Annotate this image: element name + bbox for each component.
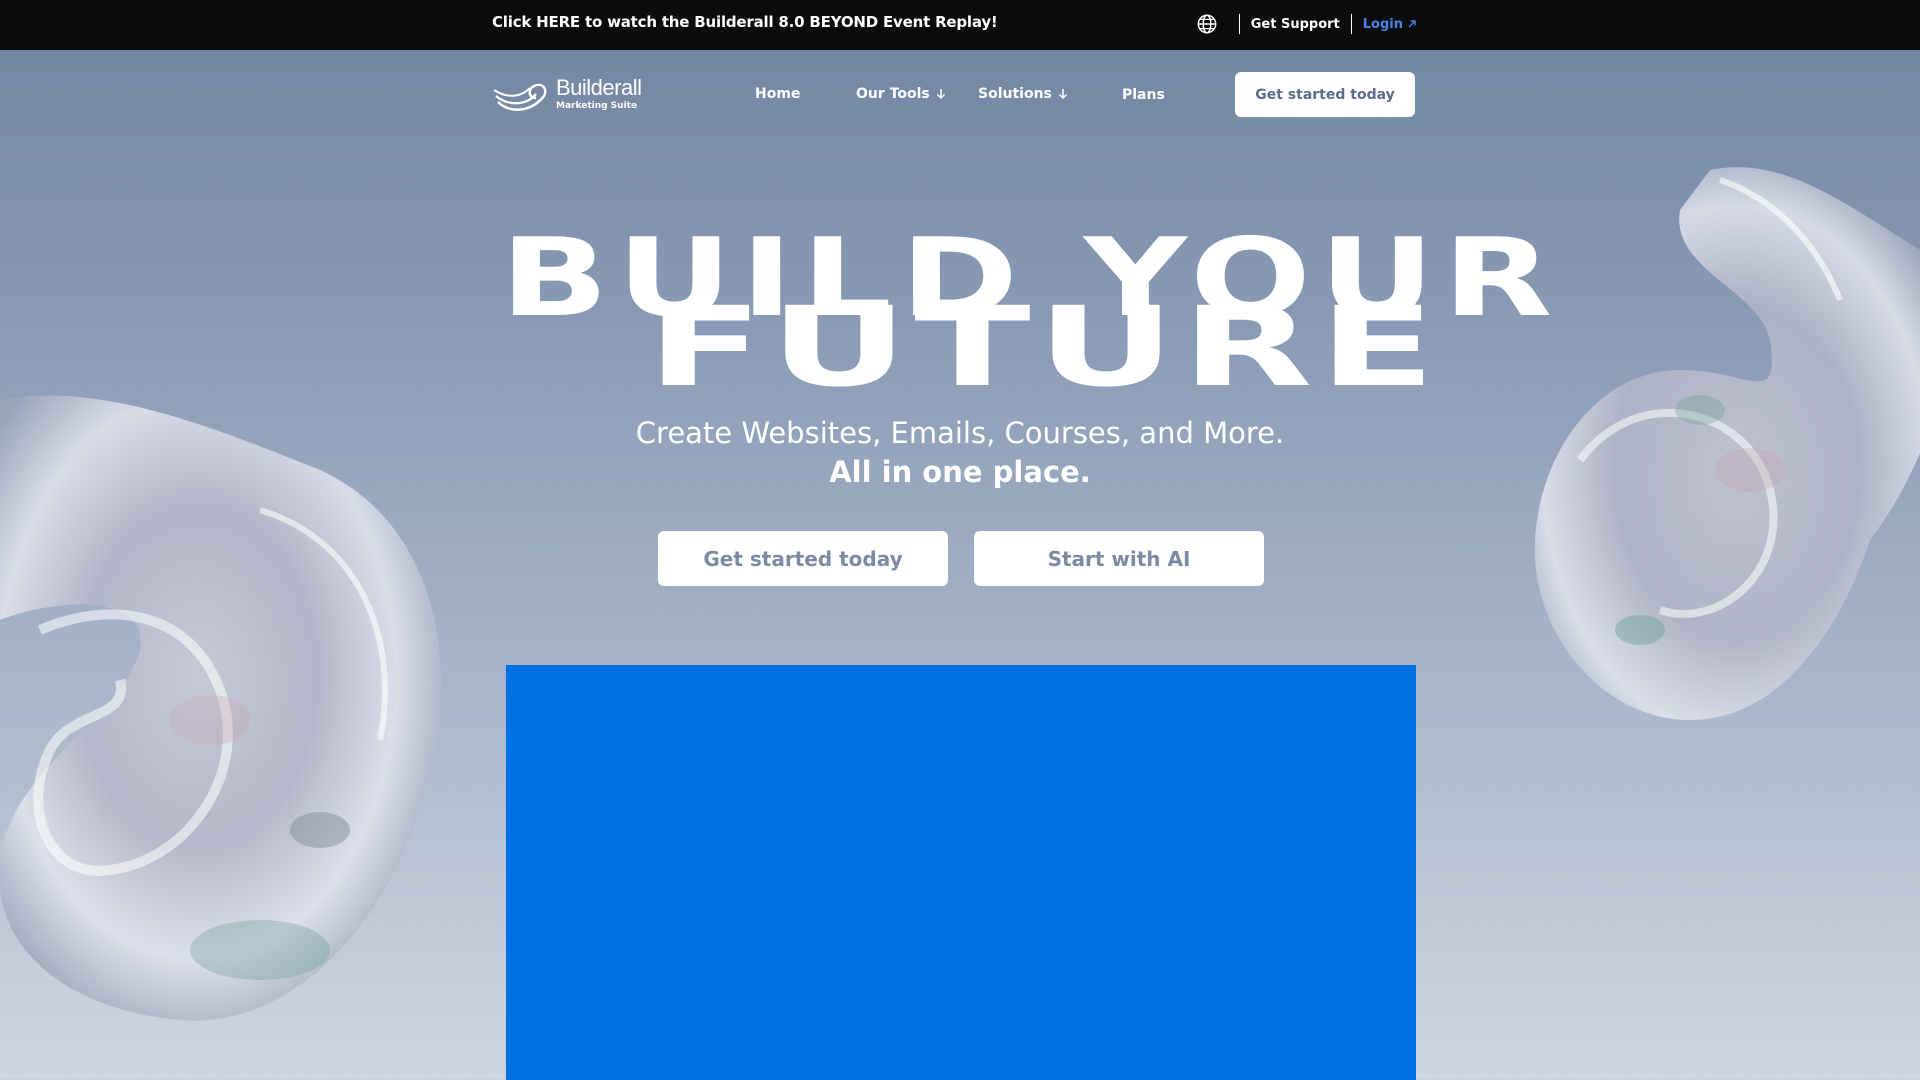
topbar-actions: Get Support Login (1196, 11, 1417, 37)
nav-menu: Home Our Tools Solutions Plans (0, 86, 1920, 106)
nav-item-label: Solutions (978, 86, 1052, 102)
globe-icon[interactable] (1196, 13, 1218, 35)
nav-item-label: Our Tools (856, 86, 930, 102)
announcement-bar: Click HERE to watch the Builderall 8.0 B… (0, 0, 1920, 50)
hero-tagline: All in one place. (829, 455, 1091, 489)
nav-item-our-tools[interactable]: Our Tools (856, 86, 946, 102)
nav-item-home[interactable]: Home (755, 86, 800, 102)
login-link[interactable]: Login (1363, 17, 1417, 32)
hero-video-panel[interactable] (506, 665, 1416, 1080)
nav-item-solutions[interactable]: Solutions (978, 86, 1068, 102)
main-nav: Builderall Marketing Suite Home Our Tool… (0, 50, 1920, 140)
start-with-ai-button[interactable]: Start with AI (974, 531, 1264, 586)
event-replay-link[interactable]: Click HERE to watch the Builderall 8.0 B… (492, 13, 998, 31)
nav-item-label: Home (755, 86, 801, 102)
get-started-button[interactable]: Get started today (658, 531, 948, 586)
arrow-down-icon (936, 89, 945, 100)
hero-headline-line2: FUTURE (647, 283, 1442, 411)
divider (1350, 14, 1352, 34)
nav-item-label: Plans (1122, 87, 1165, 103)
arrow-up-right-icon (1408, 20, 1416, 28)
arrow-down-icon (1058, 89, 1067, 100)
nav-item-plans[interactable]: Plans (1122, 87, 1165, 103)
hero-subtitle: Create Websites, Emails, Courses, and Mo… (635, 416, 1285, 450)
get-started-button-nav[interactable]: Get started today (1235, 72, 1415, 117)
login-label: Login (1362, 16, 1403, 32)
get-support-link[interactable]: Get Support (1251, 17, 1340, 32)
divider (1238, 14, 1240, 34)
